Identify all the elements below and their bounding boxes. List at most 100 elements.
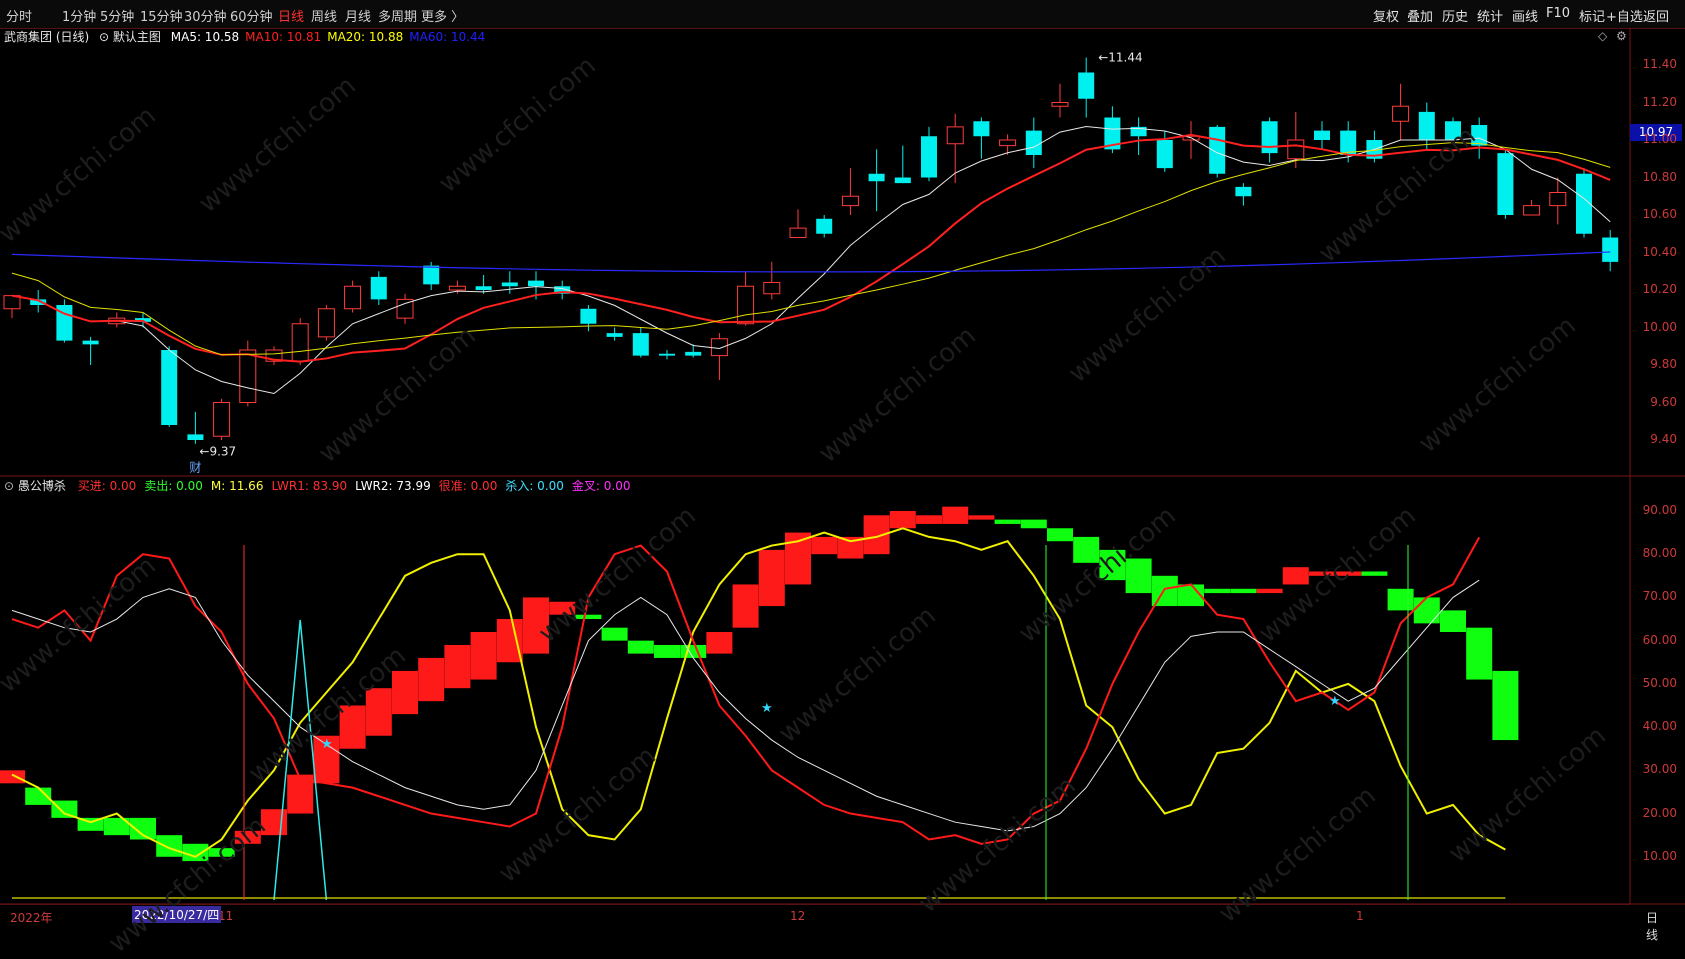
main-y-tick: 10.80 (1642, 169, 1677, 184)
x-tick: 12 (790, 909, 806, 923)
candle-down (606, 333, 623, 337)
indicator-label-4: LWR2: 73.99 (355, 479, 431, 493)
candle-up (1523, 205, 1541, 216)
candle-down (1314, 130, 1330, 140)
candle-up (239, 349, 257, 403)
sub-y-tick: 30.00 (1642, 762, 1677, 777)
finance-marker: 财 (189, 461, 201, 475)
buy-block (392, 670, 418, 715)
sub-y-tick: 20.00 (1642, 805, 1677, 820)
sell-block (1466, 627, 1493, 680)
buy-block (444, 644, 471, 689)
candle-down (187, 434, 204, 440)
sell-block (1440, 610, 1466, 632)
candle-up (946, 126, 964, 145)
candle-up (448, 285, 466, 291)
sell-block (654, 644, 680, 658)
candle-down (1209, 126, 1226, 174)
main-y-tick: 9.60 (1650, 394, 1677, 409)
settings-icon: ⚙ (1616, 29, 1627, 43)
candle-down (1078, 72, 1095, 99)
sell-block (1020, 519, 1047, 529)
buy-block (811, 536, 838, 555)
lwr1-line (11, 536, 1481, 845)
buy-block (968, 515, 995, 520)
buy-block (470, 632, 497, 680)
sell-block (1151, 575, 1178, 607)
candle-up (213, 402, 231, 437)
period-label[interactable]: 日线 (1646, 909, 1658, 943)
indicator-label-3: LWR1: 83.90 (271, 479, 348, 493)
sell-block (156, 835, 183, 857)
candle-down (528, 280, 544, 287)
buy-block (916, 515, 942, 524)
candle-down (1602, 237, 1619, 262)
buy-block (496, 619, 523, 663)
buy-block (706, 632, 733, 654)
candle-down (580, 308, 597, 324)
candle-down (685, 351, 702, 356)
candle-down (423, 265, 440, 285)
main-y-tick: 11.20 (1642, 94, 1677, 109)
stock-title: 武商集团 (日线) (4, 30, 90, 44)
indicator-label-5: 很准: 0.00 (438, 479, 498, 493)
candle-down (1497, 153, 1514, 215)
m-line (11, 527, 1506, 858)
sub-y-tick: 40.00 (1642, 719, 1677, 734)
candle-up (737, 285, 755, 325)
main-y-tick: 10.40 (1642, 244, 1677, 259)
indicator-label-7: 金叉: 0.00 (571, 479, 631, 493)
ma-label-0: MA5: 10.58 (170, 30, 240, 44)
candle-up (317, 308, 335, 338)
candle-down (82, 340, 99, 345)
candle-down (973, 121, 990, 137)
main-chart-name[interactable]: ⊙ 默认主图 (99, 30, 165, 44)
candle-down (370, 276, 387, 300)
candle-down (1418, 111, 1435, 140)
main-y-tick: 11.00 (1642, 132, 1677, 146)
candle-down (1340, 130, 1357, 155)
candle-up (1549, 192, 1567, 207)
sell-block (680, 644, 707, 658)
ma-label-2: MA20: 10.88 (327, 30, 404, 44)
candle-down (161, 350, 178, 425)
x-axis: 2022年 11 12 1 日线 (0, 904, 1658, 942)
candle-down (1156, 140, 1173, 169)
buy-block (1256, 588, 1283, 594)
indicator-values: 买进: 0.00 卖出: 0.00 M: 11.66 LWR1: 83.90 LWR2:… (70, 479, 631, 493)
buy-block (732, 584, 759, 628)
ma-label-1: MA10: 10.81 (245, 30, 322, 44)
buy-block (942, 506, 969, 524)
candle-up (841, 195, 859, 207)
main-y-tick: 9.40 (1650, 432, 1677, 446)
candle-up (1051, 102, 1069, 107)
candle-up (291, 323, 309, 362)
x-tick: 1 (1356, 909, 1364, 923)
buy-block (889, 510, 916, 529)
candle-up (1287, 139, 1305, 160)
sub-y-tick: 70.00 (1642, 589, 1677, 604)
sub-y-tick: 90.00 (1642, 502, 1677, 517)
sub-y-tick: 50.00 (1642, 675, 1677, 690)
buy-block (758, 549, 785, 607)
candle-up (1392, 105, 1410, 122)
ma-label-3: MA60: 10.44 (409, 30, 486, 44)
buy-block (0, 770, 25, 784)
indicator-label-1: 卖出: 0.00 (144, 479, 203, 493)
chevron-down-icon[interactable]: ⊙ (4, 479, 14, 493)
ma60-line (11, 251, 1611, 273)
candle-down (1025, 130, 1042, 155)
candle-down (868, 173, 885, 182)
candle-down (1261, 121, 1278, 154)
sell-block (1361, 571, 1388, 576)
candle-up (710, 338, 728, 357)
sub-y-tick: 60.00 (1642, 632, 1677, 647)
high-price-label: ←11.44 (1098, 51, 1142, 65)
chart-canvas: ←11.44 ←9.37 财 ◇ ⚙ ★ ★ ★ (0, 28, 1685, 905)
candle-down (921, 136, 937, 178)
indicator-label-6: 杀入: 0.00 (505, 479, 564, 493)
diamond-icon: ◇ (1598, 29, 1608, 43)
star-icon: ★ (761, 701, 773, 716)
main-y-tick: 9.80 (1650, 357, 1677, 371)
sub-legend: ⊙ 愚公博杀 买进: 0.00 卖出: 0.00 M: 11.66 LWR1: 83.… (4, 477, 630, 494)
